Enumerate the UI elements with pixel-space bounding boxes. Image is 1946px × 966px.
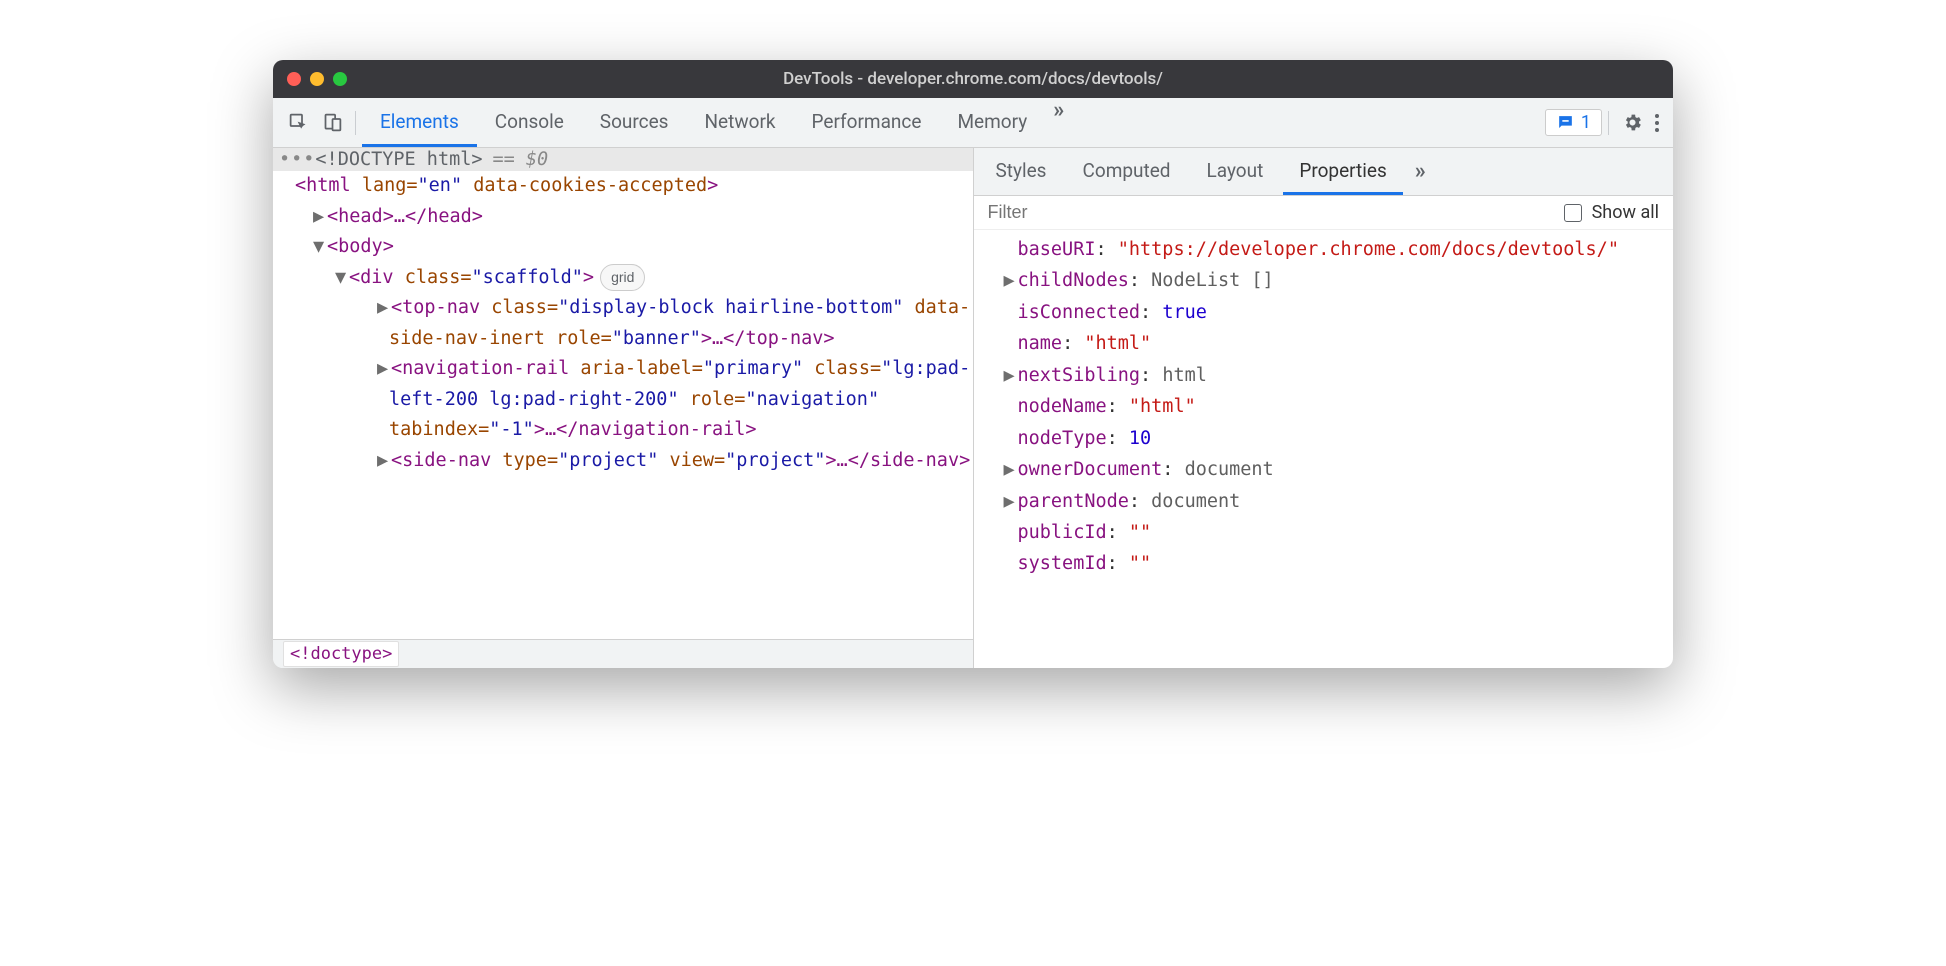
separator (355, 111, 356, 135)
issues-icon (1556, 113, 1575, 132)
dom-node-head[interactable]: ▶<head>…</head> (273, 202, 973, 233)
expand-arrow-icon[interactable]: ▶ (377, 354, 389, 385)
expand-arrow-icon[interactable]: ▶ (1004, 360, 1016, 391)
dom-node-html[interactable]: <html lang="en" data-cookies-accepted> (273, 171, 973, 202)
tab-elements[interactable]: Elements (362, 98, 477, 147)
panel-tabs: Elements Console Sources Network Perform… (362, 98, 1069, 147)
show-all-checkbox[interactable] (1564, 204, 1582, 222)
dom-node-top-nav[interactable]: ▶<top-nav class="display-block hairline-… (293, 293, 973, 354)
tab-performance[interactable]: Performance (794, 98, 940, 147)
issues-count: 1 (1581, 112, 1591, 133)
property-key: parentNode (1018, 491, 1129, 512)
titlebar: DevTools - developer.chrome.com/docs/dev… (273, 60, 1673, 98)
property-value: "html" (1084, 333, 1151, 354)
more-menu-icon[interactable] (1649, 108, 1665, 138)
sidebar-tabs: Styles Computed Layout Properties » (974, 148, 1674, 196)
property-key: name (1018, 333, 1063, 354)
property-isConnected[interactable]: isConnected: true (982, 297, 1666, 328)
property-key: nodeName (1018, 396, 1107, 417)
expand-arrow-icon[interactable]: ▶ (1004, 486, 1016, 517)
tab-styles[interactable]: Styles (980, 148, 1063, 195)
sidebar-panel: Styles Computed Layout Properties » Show… (974, 148, 1674, 668)
property-key: childNodes (1018, 270, 1129, 291)
device-toggle-icon[interactable] (315, 106, 349, 140)
content-area: ••• <!DOCTYPE html> == $0 <html lang="en… (273, 148, 1673, 668)
property-key: baseURI (1018, 239, 1096, 260)
property-value: html (1162, 365, 1207, 386)
property-key: ownerDocument (1018, 459, 1163, 480)
dom-node-body[interactable]: ▼<body> (273, 232, 973, 263)
grid-badge[interactable]: grid (600, 264, 645, 291)
issues-button[interactable]: 1 (1545, 109, 1602, 136)
property-value: true (1162, 302, 1207, 323)
window-title: DevTools - developer.chrome.com/docs/dev… (273, 69, 1673, 89)
expand-arrow-icon[interactable]: ▶ (377, 446, 389, 477)
property-value: "" (1129, 553, 1151, 574)
property-childNodes[interactable]: ▶childNodes: NodeList [] (982, 265, 1666, 296)
expand-arrow-icon[interactable]: ▶ (1004, 454, 1016, 485)
property-key: nodeType (1018, 428, 1107, 449)
filter-row: Show all (974, 196, 1674, 230)
property-value: 10 (1129, 428, 1151, 449)
tab-computed[interactable]: Computed (1067, 148, 1187, 195)
more-tabs-icon[interactable]: » (1045, 98, 1069, 147)
expand-arrow-icon[interactable]: ▶ (377, 293, 389, 324)
dom-tree[interactable]: <html lang="en" data-cookies-accepted> ▶… (273, 171, 973, 639)
property-value: "https://developer.chrome.com/docs/devto… (1118, 239, 1619, 260)
expand-arrow-icon[interactable]: ▶ (313, 202, 325, 233)
property-key: systemId (1018, 553, 1107, 574)
tab-memory[interactable]: Memory (939, 98, 1045, 147)
settings-icon[interactable] (1615, 106, 1649, 140)
inspect-icon[interactable] (281, 106, 315, 140)
property-publicId[interactable]: publicId: "" (982, 517, 1666, 548)
collapse-arrow-icon[interactable]: ▼ (313, 232, 325, 263)
filter-input[interactable] (988, 202, 1554, 223)
property-value: "html" (1129, 396, 1196, 417)
property-nextSibling[interactable]: ▶nextSibling: html (982, 360, 1666, 391)
property-nodeType[interactable]: nodeType: 10 (982, 423, 1666, 454)
dom-node-navigation-rail[interactable]: ▶<navigation-rail aria-label="primary" c… (293, 354, 973, 446)
breadcrumb-doctype[interactable]: <!doctype> (283, 641, 399, 667)
minimize-window-button[interactable] (310, 72, 324, 86)
property-value: NodeList [] (1151, 270, 1274, 291)
tab-properties[interactable]: Properties (1283, 148, 1402, 195)
property-parentNode[interactable]: ▶parentNode: document (982, 486, 1666, 517)
tab-console[interactable]: Console (477, 98, 582, 147)
more-sidebar-tabs-icon[interactable]: » (1407, 159, 1431, 184)
separator (1608, 111, 1609, 135)
collapse-arrow-icon[interactable]: ▼ (335, 263, 347, 294)
traffic-lights (287, 72, 347, 86)
dom-doctype-row[interactable]: ••• <!DOCTYPE html> == $0 (273, 148, 973, 171)
tab-network[interactable]: Network (686, 98, 793, 147)
tab-sources[interactable]: Sources (582, 98, 687, 147)
property-systemId[interactable]: systemId: "" (982, 548, 1666, 579)
property-key: nextSibling (1018, 365, 1141, 386)
property-value: document (1151, 491, 1240, 512)
elements-panel: ••• <!DOCTYPE html> == $0 <html lang="en… (273, 148, 974, 668)
dom-node-div-scaffold[interactable]: ▼<div class="scaffold">grid (273, 263, 973, 294)
breadcrumbs[interactable]: <!doctype> (273, 639, 973, 668)
ellipsis-icon: ••• (279, 149, 315, 170)
property-value: "" (1129, 522, 1151, 543)
show-all-label[interactable]: Show all (1592, 202, 1659, 223)
properties-list[interactable]: baseURI: "https://developer.chrome.com/d… (974, 230, 1674, 668)
property-ownerDocument[interactable]: ▶ownerDocument: document (982, 454, 1666, 485)
expand-arrow-icon[interactable]: ▶ (1004, 265, 1016, 296)
property-nodeName[interactable]: nodeName: "html" (982, 391, 1666, 422)
property-value: document (1185, 459, 1274, 480)
tab-layout[interactable]: Layout (1191, 148, 1280, 195)
main-toolbar: Elements Console Sources Network Perform… (273, 98, 1673, 148)
property-name[interactable]: name: "html" (982, 328, 1666, 359)
dom-node-side-nav[interactable]: ▶<side-nav type="project" view="project"… (293, 446, 973, 477)
property-key: publicId (1018, 522, 1107, 543)
close-window-button[interactable] (287, 72, 301, 86)
maximize-window-button[interactable] (333, 72, 347, 86)
property-key: isConnected (1018, 302, 1141, 323)
devtools-window: DevTools - developer.chrome.com/docs/dev… (273, 60, 1673, 668)
property-baseURI[interactable]: baseURI: "https://developer.chrome.com/d… (982, 234, 1666, 265)
